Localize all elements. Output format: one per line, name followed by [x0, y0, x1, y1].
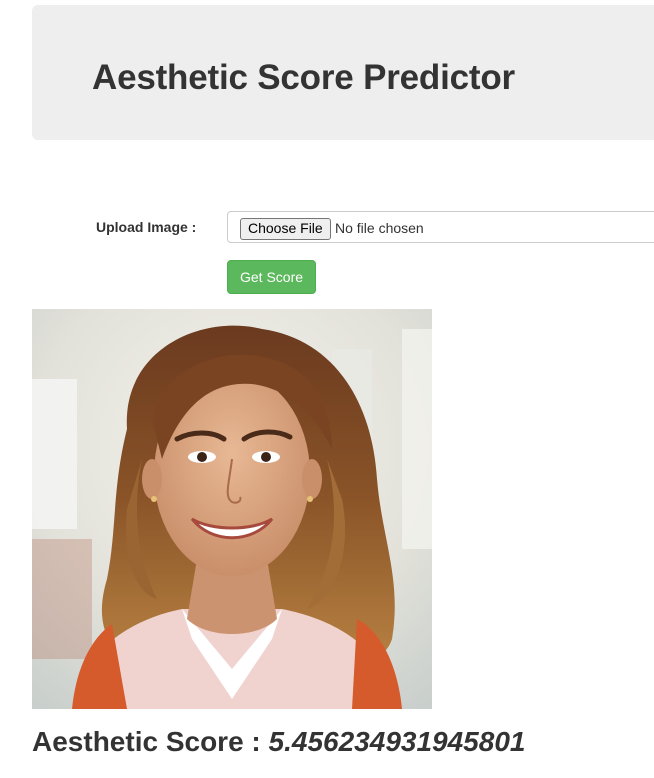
score-value: 5.456234931945801 [268, 726, 526, 757]
choose-file-button[interactable]: Choose File [240, 218, 331, 240]
page: Aesthetic Score Predictor Upload Image :… [0, 0, 654, 778]
get-score-button[interactable]: Get Score [227, 260, 316, 294]
header-banner: Aesthetic Score Predictor [32, 5, 654, 140]
no-file-text: No file chosen [335, 220, 424, 236]
upload-label: Upload Image : [96, 219, 197, 235]
score-label: Aesthetic Score : [32, 726, 269, 757]
portrait-photo [32, 309, 432, 709]
score-result: Aesthetic Score : 5.456234931945801 [32, 726, 525, 758]
uploaded-image [32, 309, 432, 709]
page-title: Aesthetic Score Predictor [92, 58, 515, 97]
file-input[interactable]: Choose File No file chosen [227, 211, 654, 243]
